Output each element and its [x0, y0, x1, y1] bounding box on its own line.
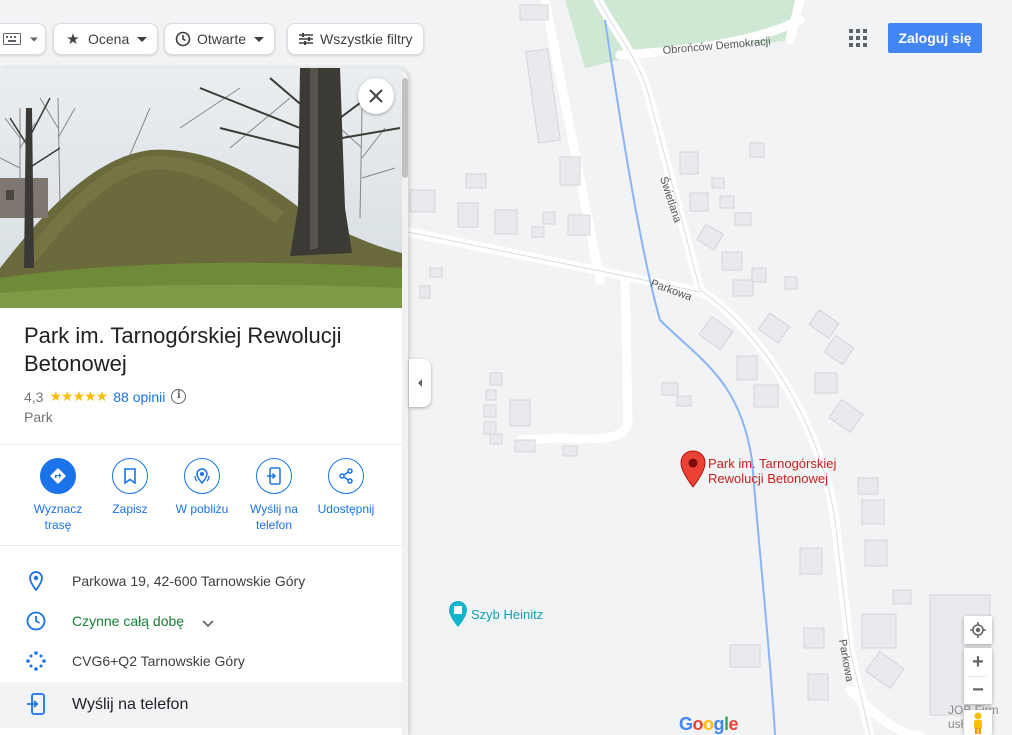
close-icon	[369, 89, 383, 103]
place-photo[interactable]	[0, 68, 402, 308]
action-label: Zapisz	[112, 502, 148, 516]
place-title: Park im. Tarnogórskiej Rewolucji Betonow…	[24, 323, 342, 376]
rating-value: 4,3	[24, 388, 44, 405]
minus-icon: −	[972, 679, 984, 701]
rating-row: 4,3 ★★★★★ 88 opinii i	[24, 388, 187, 405]
marker-label[interactable]: Park im. Tarnogórskiej Rewolucji Betonow…	[708, 456, 858, 486]
chevron-down-icon	[137, 36, 148, 42]
chevron-down-icon[interactable]	[202, 615, 214, 633]
poi-label[interactable]: Szyb Heinitz	[471, 607, 543, 622]
directions-button[interactable]: Wyznacz trasę	[22, 458, 94, 533]
action-label: Wyznacz trasę	[33, 502, 83, 532]
plus-code-row[interactable]: CVG6+Q2 Tarnowskie Góry	[0, 641, 402, 681]
place-category[interactable]: Park	[24, 409, 53, 425]
send-to-phone-row[interactable]: Wyślij na telefon	[0, 682, 402, 728]
all-filters-button[interactable]: Wszystkie filtry	[287, 23, 424, 55]
all-filters-label: Wszystkie filtry	[320, 31, 413, 47]
save-button[interactable]: Zapisz	[94, 458, 166, 533]
nearby-icon	[184, 458, 220, 494]
my-location-button[interactable]	[964, 616, 992, 644]
filter-open-label: Otwarte	[197, 31, 247, 47]
address-row[interactable]: Parkowa 19, 42-600 Tarnowskie Góry	[0, 561, 402, 601]
hours-text: Czynne całą dobę	[72, 613, 185, 629]
chevron-down-icon	[254, 36, 265, 42]
nearby-button[interactable]: W pobliżu	[166, 458, 238, 533]
plus-code-icon	[24, 651, 48, 671]
action-label: W pobliżu	[175, 502, 229, 516]
collapse-panel-button[interactable]	[409, 359, 431, 407]
poi-marker[interactable]	[448, 600, 468, 628]
divider	[0, 444, 402, 445]
street-view-pegman[interactable]	[964, 710, 992, 735]
hours-row[interactable]: Czynne całą dobę	[0, 601, 402, 641]
zoom-control: + −	[964, 648, 992, 704]
action-label: Wyślij na telefon	[250, 502, 298, 532]
place-panel: Park im. Tarnogórskiej Rewolucji Betonow…	[0, 68, 408, 735]
filter-sliders-icon	[299, 33, 313, 45]
info-icon[interactable]: i	[171, 389, 187, 404]
send-to-phone-button[interactable]: Wyślij na telefon	[238, 458, 310, 533]
address-text: Parkowa 19, 42-600 Tarnowskie Góry	[72, 573, 306, 589]
panel-scrollbar[interactable]	[402, 68, 408, 735]
login-button[interactable]: Zaloguj się	[888, 23, 982, 53]
star-icon: ★	[66, 31, 80, 48]
location-pin-icon	[24, 571, 48, 591]
clock-icon	[24, 611, 48, 631]
reviews-link[interactable]: 88 opinii	[113, 389, 165, 405]
crosshair-icon	[970, 622, 986, 638]
chevron-left-icon	[418, 379, 422, 387]
share-icon	[328, 458, 364, 494]
share-button[interactable]: Udostępnij	[310, 458, 382, 533]
send-to-phone-icon	[256, 458, 292, 494]
divider	[0, 545, 402, 546]
close-panel-button[interactable]	[358, 78, 394, 114]
apps-grid-icon[interactable]	[849, 29, 867, 47]
place-marker[interactable]	[680, 450, 706, 488]
zoom-in-button[interactable]: +	[964, 648, 992, 676]
google-logo: Google	[679, 714, 739, 734]
action-label: Udostępnij	[317, 502, 375, 516]
map-pin-icon	[680, 450, 706, 488]
chevron-down-icon	[30, 37, 38, 41]
action-buttons: Wyznacz trasę Zapisz W pobliżu Wyślij na…	[22, 458, 382, 533]
keyboard-menu[interactable]	[0, 23, 46, 55]
zoom-out-button[interactable]: −	[964, 677, 992, 704]
park-photo-image	[0, 68, 402, 308]
rating-stars-icon: ★★★★★	[49, 388, 108, 404]
landmark-pin-icon	[449, 601, 467, 627]
filter-rating-label: Ocena	[88, 31, 130, 47]
clock-icon	[175, 31, 191, 47]
filter-open-button[interactable]: Otwarte	[164, 23, 276, 55]
keyboard-icon	[3, 33, 21, 45]
send-to-phone-text: Wyślij na telefon	[72, 696, 189, 713]
send-to-phone-icon	[24, 693, 48, 715]
filter-rating-button[interactable]: ★ Ocena	[53, 23, 159, 55]
bookmark-icon	[112, 458, 148, 494]
pegman-icon	[974, 712, 982, 734]
directions-icon	[40, 458, 76, 494]
plus-code-text: CVG6+Q2 Tarnowskie Góry	[72, 653, 245, 669]
plus-icon: +	[972, 650, 984, 673]
